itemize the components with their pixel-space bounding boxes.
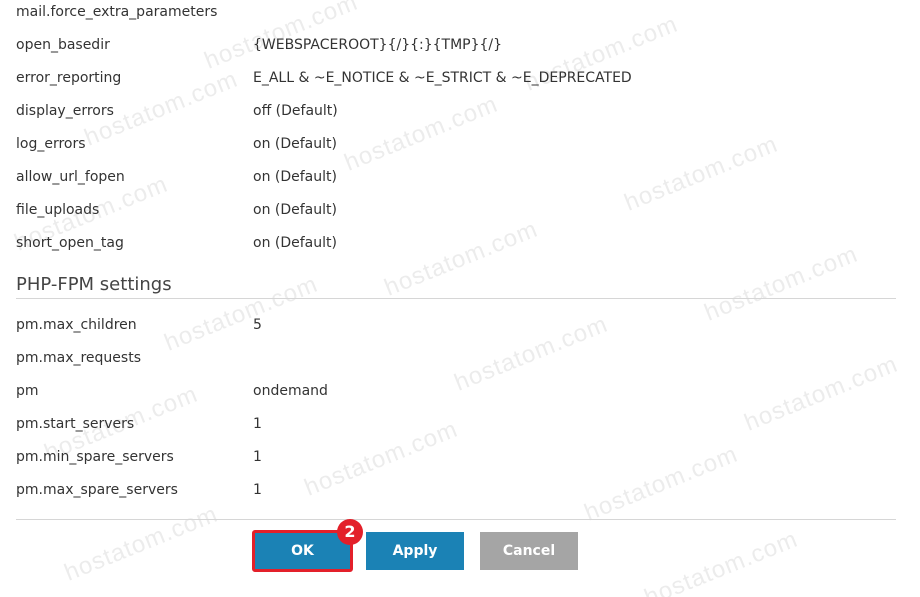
setting-label: pm.start_servers bbox=[16, 416, 135, 432]
setting-value[interactable]: on (Default) bbox=[253, 227, 337, 260]
section-divider bbox=[16, 298, 896, 299]
setting-row-mail-force-extra-parameters: mail.force_extra_parameters bbox=[16, 0, 896, 29]
setting-value[interactable]: 5 bbox=[253, 309, 262, 342]
setting-value[interactable]: ondemand bbox=[253, 375, 328, 408]
setting-value[interactable]: on (Default) bbox=[253, 161, 337, 194]
setting-row-open-basedir: open_basedir {WEBSPACEROOT}{/}{:}{TMP}{/… bbox=[16, 29, 896, 62]
setting-label: display_errors bbox=[16, 103, 114, 119]
setting-value[interactable]: off (Default) bbox=[253, 95, 338, 128]
setting-label: file_uploads bbox=[16, 202, 100, 218]
setting-label: open_basedir bbox=[16, 37, 110, 53]
setting-row-error-reporting: error_reporting E_ALL & ~E_NOTICE & ~E_S… bbox=[16, 62, 896, 95]
setting-row-pm-start-servers: pm.start_servers 1 bbox=[16, 408, 896, 441]
setting-row-allow-url-fopen: allow_url_fopen on (Default) bbox=[16, 161, 896, 194]
setting-row-file-uploads: file_uploads on (Default) bbox=[16, 194, 896, 227]
setting-label: pm.max_spare_servers bbox=[16, 482, 178, 498]
watermark-text: hostatom.com bbox=[60, 500, 222, 587]
setting-value[interactable]: {WEBSPACEROOT}{/}{:}{TMP}{/} bbox=[253, 29, 502, 62]
setting-label: log_errors bbox=[16, 136, 86, 152]
setting-row-pm-max-requests: pm.max_requests bbox=[16, 342, 896, 375]
setting-label: pm.min_spare_servers bbox=[16, 449, 174, 465]
setting-value[interactable]: 1 bbox=[253, 441, 262, 474]
section-title-php-fpm: PHP-FPM settings bbox=[16, 274, 172, 295]
setting-value[interactable]: on (Default) bbox=[253, 128, 337, 161]
cancel-button[interactable]: Cancel bbox=[480, 532, 578, 570]
setting-label: pm bbox=[16, 383, 39, 399]
setting-row-pm-min-spare-servers: pm.min_spare_servers 1 bbox=[16, 441, 896, 474]
setting-row-log-errors: log_errors on (Default) bbox=[16, 128, 896, 161]
setting-row-pm-max-children: pm.max_children 5 bbox=[16, 309, 896, 342]
setting-row-pm: pm ondemand bbox=[16, 375, 896, 408]
setting-label: pm.max_requests bbox=[16, 350, 141, 366]
setting-label: pm.max_children bbox=[16, 317, 137, 333]
setting-label: short_open_tag bbox=[16, 235, 124, 251]
setting-value[interactable]: 1 bbox=[253, 474, 262, 507]
setting-value[interactable]: 1 bbox=[253, 408, 262, 441]
setting-label: error_reporting bbox=[16, 70, 122, 86]
watermark-text: hostatom.com bbox=[640, 525, 802, 597]
setting-value[interactable]: E_ALL & ~E_NOTICE & ~E_STRICT & ~E_DEPRE… bbox=[253, 62, 632, 95]
step-number-badge: 2 bbox=[337, 519, 363, 545]
setting-value[interactable]: on (Default) bbox=[253, 194, 337, 227]
setting-label: mail.force_extra_parameters bbox=[16, 4, 218, 20]
setting-label: allow_url_fopen bbox=[16, 169, 125, 185]
setting-row-pm-max-spare-servers: pm.max_spare_servers 1 bbox=[16, 474, 896, 507]
setting-row-display-errors: display_errors off (Default) bbox=[16, 95, 896, 128]
setting-row-short-open-tag: short_open_tag on (Default) bbox=[16, 227, 896, 260]
footer-divider bbox=[16, 519, 896, 520]
apply-button[interactable]: Apply bbox=[366, 532, 464, 570]
